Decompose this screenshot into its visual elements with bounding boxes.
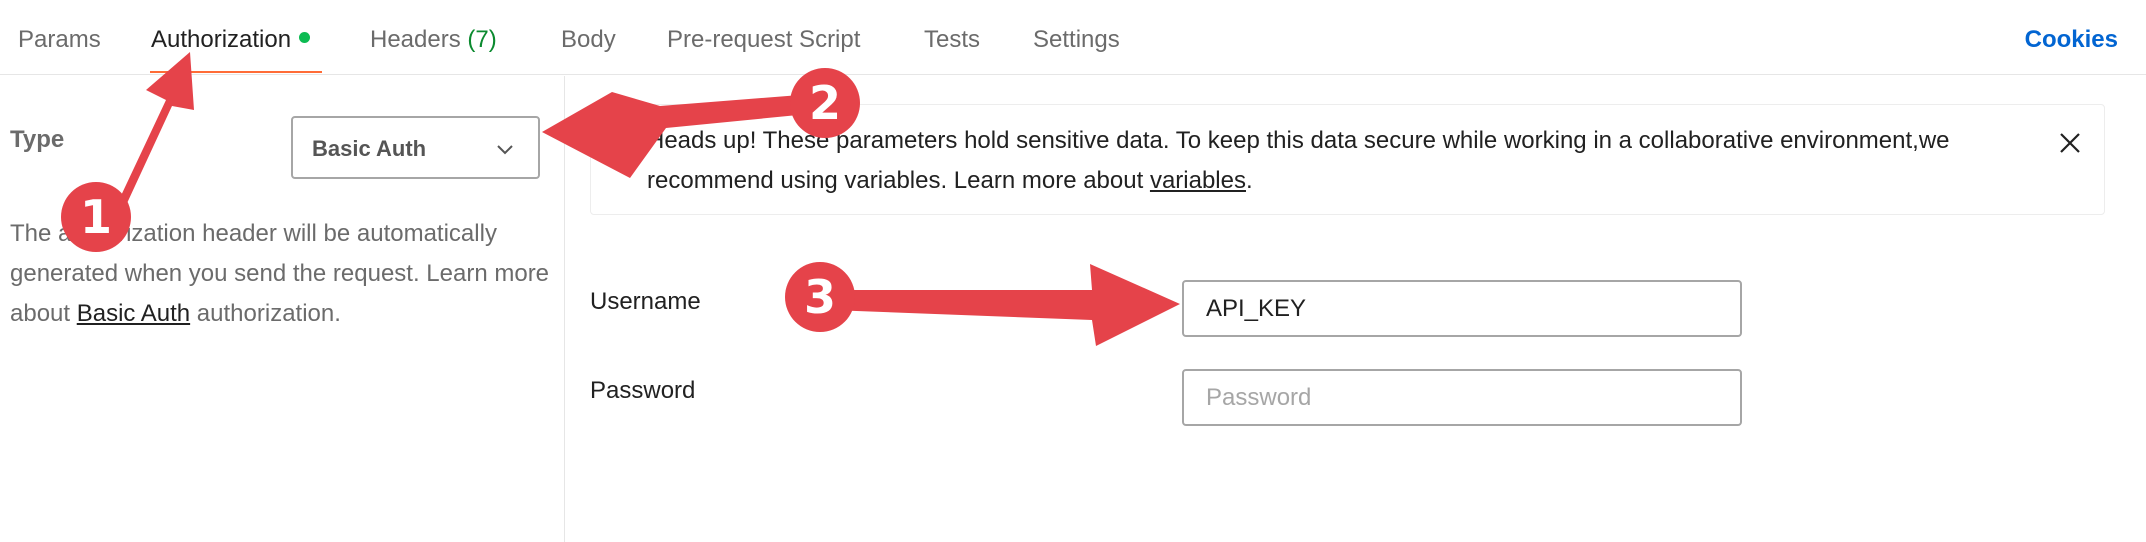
annotation-badge-3: 3 (785, 262, 855, 332)
annotation-arrow-3 (830, 264, 1180, 346)
username-input[interactable] (1182, 280, 1742, 337)
variables-link[interactable]: variables (1150, 167, 1246, 194)
password-label: Password (590, 377, 696, 404)
auth-type-select[interactable]: Basic Auth (291, 116, 540, 179)
info-icon (614, 133, 634, 153)
close-icon[interactable] (2056, 129, 2084, 157)
active-tab-underline (150, 71, 322, 73)
tab-params[interactable]: Params (18, 26, 101, 54)
tab-pre-request-script-label: Pre-request Script (667, 26, 861, 53)
active-indicator-dot (299, 32, 311, 43)
pane-divider (564, 76, 565, 542)
chevron-down-icon (497, 145, 513, 155)
banner-text: Heads up! These parameters hold sensitiv… (647, 127, 1950, 194)
basic-auth-link[interactable]: Basic Auth (77, 300, 190, 327)
request-tabbar: Params Authorization Headers (7) Body Pr… (0, 0, 2146, 75)
cookies-link[interactable]: Cookies (2025, 26, 2118, 54)
tab-pre-request-script[interactable]: Pre-request Script (667, 26, 860, 54)
headers-count: (7) (467, 26, 497, 53)
banner-message: Heads up! These parameters hold sensitiv… (647, 121, 2047, 201)
tab-body-label: Body (561, 26, 616, 53)
tab-body[interactable]: Body (561, 26, 616, 54)
tab-headers-label: Headers (370, 26, 461, 53)
tab-authorization[interactable]: Authorization (151, 26, 311, 54)
tab-tests-label: Tests (924, 26, 981, 53)
username-label: Username (590, 288, 701, 315)
tab-tests[interactable]: Tests (924, 26, 980, 54)
tab-settings-label: Settings (1033, 26, 1120, 53)
annotation-badge-2: 2 (790, 68, 860, 138)
tab-authorization-label: Authorization (151, 26, 292, 53)
annotation-badge-1: 1 (61, 182, 131, 252)
auth-description-suffix: authorization. (190, 300, 341, 327)
auth-type-value: Basic Auth (312, 136, 427, 161)
tab-headers[interactable]: Headers (7) (370, 26, 497, 54)
password-input[interactable] (1182, 369, 1742, 426)
tab-settings[interactable]: Settings (1033, 26, 1120, 54)
banner-suffix: . (1245, 167, 1253, 194)
tab-params-label: Params (18, 26, 101, 53)
auth-type-label: Type (10, 126, 65, 153)
